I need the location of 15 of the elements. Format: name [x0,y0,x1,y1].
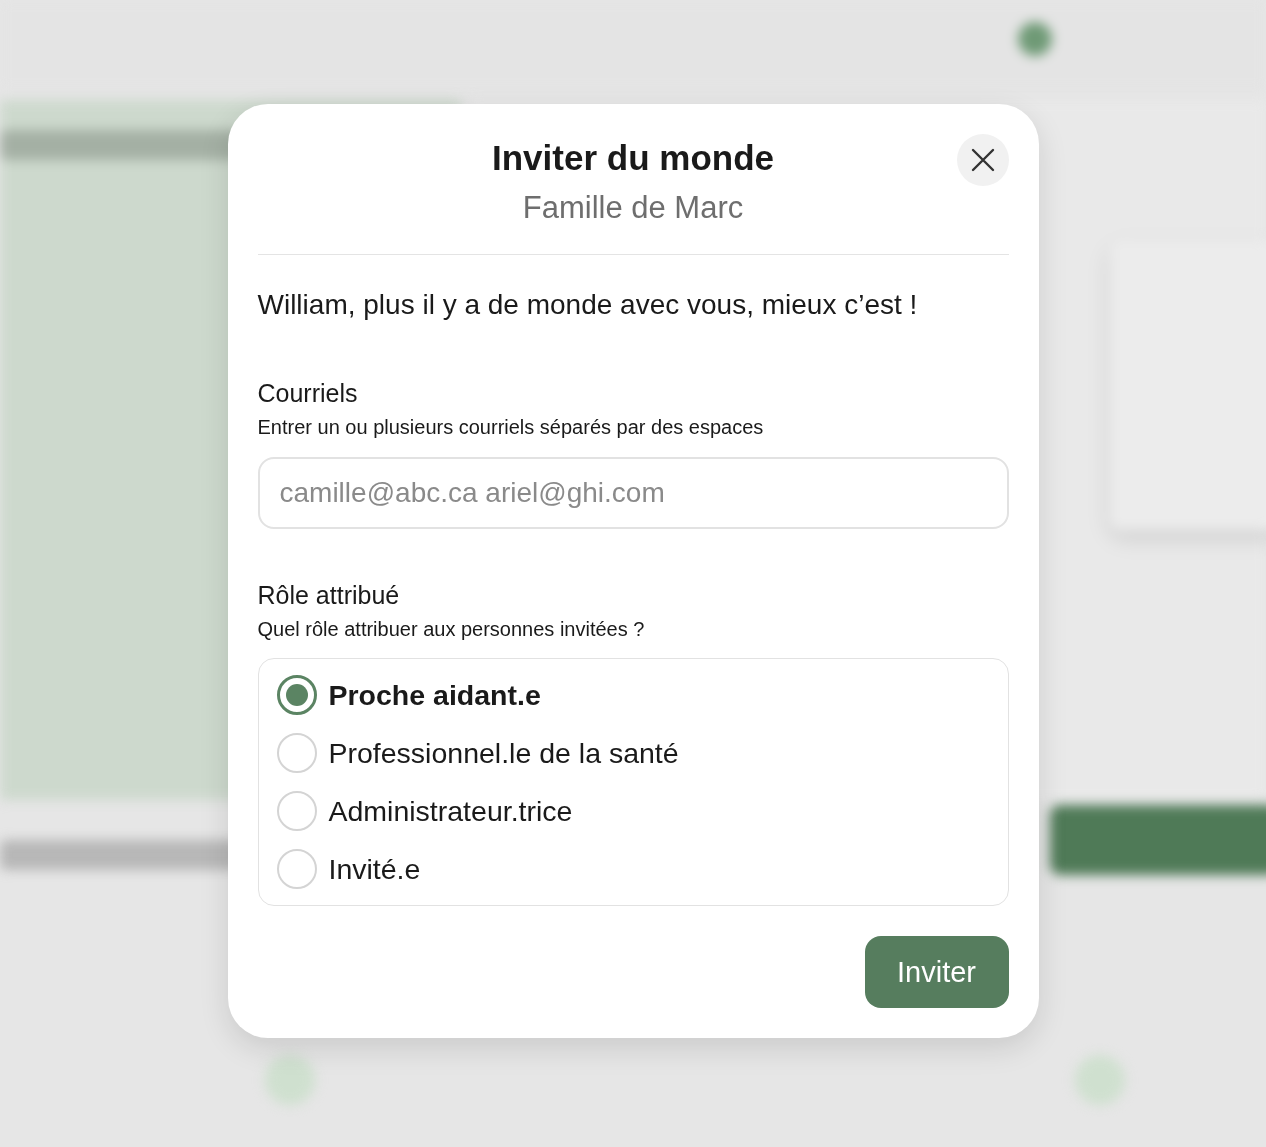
invite-button[interactable]: Inviter [864,936,1009,1008]
dialog-title: Inviter du monde [492,138,774,178]
field-label: Courriels [257,379,359,408]
role-option[interactable]: Administrateur.trice [276,791,990,831]
intro-text: William, plus il y a de monde avec vous, mieux c’est ! [257,289,919,321]
field-hint: Entrer un ou plusieurs courriels séparés par des espaces [257,416,765,439]
role-option[interactable]: Invité.e [276,849,990,889]
radio-button[interactable] [276,675,317,715]
role-option[interactable]: Professionnel.le de la santé [276,733,990,773]
close-icon [970,148,995,172]
role-option[interactable]: Proche aidant.e [276,675,990,715]
email-field[interactable]: camille@abc.ca ariel@ghi.com [257,457,1009,529]
dialog-subtitle: Famille de Marc [522,190,744,226]
field-label: Rôle attribué [257,581,401,610]
field-hint: Quel rôle attribuer aux personnes invitées ? [257,618,646,641]
